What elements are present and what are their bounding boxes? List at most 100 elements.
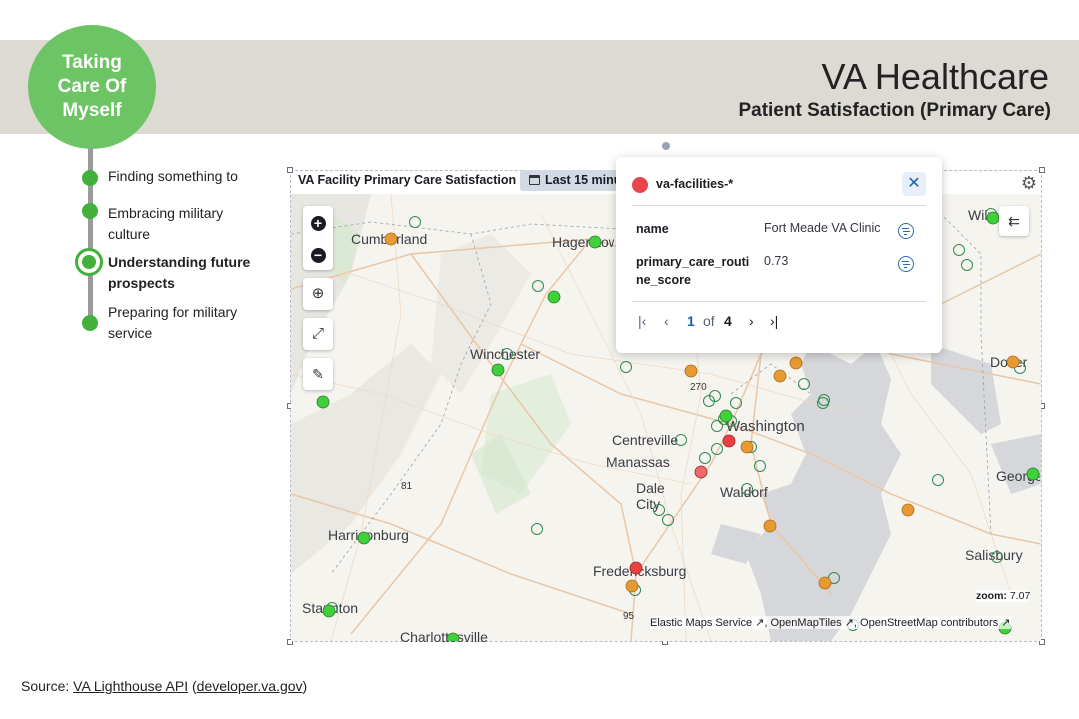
topic-badge[interactable]: Taking Care Of Myself: [28, 25, 156, 149]
tools-button[interactable]: ✎: [303, 358, 333, 390]
field-value: 0.73: [764, 254, 789, 268]
facility-marker[interactable]: [1006, 355, 1020, 369]
gear-icon[interactable]: ⚙: [1019, 173, 1039, 193]
facility-marker[interactable]: [491, 363, 505, 377]
timeline-label: Finding something to: [108, 168, 238, 184]
facility-marker[interactable]: [932, 474, 944, 486]
drag-handle[interactable]: [662, 142, 670, 150]
field-key: primary_care_routine_score: [636, 255, 750, 287]
expand-icon: ⤢: [311, 325, 324, 342]
facility-marker[interactable]: [384, 232, 398, 246]
timeline-dot-active: [75, 248, 103, 276]
facility-marker[interactable]: [719, 409, 733, 423]
timeline-label: Preparing for military service: [108, 304, 238, 341]
last-page-icon[interactable]: ›|: [770, 313, 778, 329]
facility-marker[interactable]: [501, 348, 513, 360]
zoom-in-button[interactable]: +: [303, 206, 333, 238]
facility-marker[interactable]: [532, 280, 544, 292]
facility-marker[interactable]: [409, 216, 421, 228]
facility-marker[interactable]: [789, 356, 803, 370]
facility-marker[interactable]: [740, 440, 754, 454]
timeline-label: Embracing military culture: [108, 205, 224, 242]
facility-marker[interactable]: [699, 452, 711, 464]
facility-marker[interactable]: [901, 503, 915, 517]
source-domain-link[interactable]: developer.va.gov: [197, 678, 303, 694]
facility-marker[interactable]: [711, 420, 723, 432]
crosshair-icon: ⊕: [311, 285, 325, 302]
facility-marker[interactable]: [547, 290, 561, 304]
facility-marker[interactable]: [741, 483, 753, 495]
timeline-dot: [82, 203, 98, 219]
facility-marker[interactable]: [662, 514, 674, 526]
facility-marker[interactable]: [357, 531, 371, 545]
facility-marker[interactable]: [625, 579, 639, 593]
layer-name: va-facilities-*: [656, 177, 734, 191]
facility-marker[interactable]: [730, 397, 742, 409]
facility-marker[interactable]: [754, 460, 766, 472]
external-link-icon: ↗: [844, 617, 854, 629]
facility-marker[interactable]: [711, 443, 723, 455]
facility-marker[interactable]: [961, 259, 973, 271]
timeline-dot: [82, 170, 98, 186]
next-page-icon[interactable]: ›: [749, 313, 754, 329]
map-attribution: Elastic Maps Service ↗, OpenMapTiles ↗, …: [650, 616, 1011, 629]
facility-marker[interactable]: [653, 504, 665, 516]
filter-icon[interactable]: [898, 256, 914, 272]
filter-icon[interactable]: [898, 223, 914, 239]
wrench-icon: ✎: [312, 366, 324, 382]
facility-marker[interactable]: [588, 235, 602, 249]
source-line: Source: VA Lighthouse API (developer.va.…: [21, 678, 308, 694]
facility-marker[interactable]: [629, 561, 643, 575]
field-value: Fort Meade VA Clinic: [764, 221, 881, 235]
attribution-link[interactable]: Elastic Maps Service: [650, 617, 752, 629]
page-current: 1: [687, 313, 695, 329]
timeline-label: Understanding future prospects: [108, 254, 251, 291]
panel-title: VA Facility Primary Care Satisfaction: [298, 173, 517, 187]
page-total: 4: [724, 313, 732, 329]
prev-page-icon[interactable]: ‹: [664, 313, 669, 329]
pagination: |‹ ‹ 1 of 4 › ›|: [636, 313, 796, 333]
facility-marker[interactable]: [675, 434, 687, 446]
fullscreen-button[interactable]: ⤢: [303, 318, 333, 350]
facility-marker[interactable]: [446, 632, 460, 641]
facility-marker[interactable]: [986, 211, 1000, 225]
minus-icon: −: [310, 248, 326, 263]
facility-marker-selected[interactable]: [722, 434, 736, 448]
attribution-link[interactable]: OpenStreetMap contributors: [860, 617, 998, 629]
facility-marker[interactable]: [316, 395, 330, 409]
attribution-link[interactable]: OpenMapTiles: [771, 617, 842, 629]
facility-marker[interactable]: [684, 364, 698, 378]
layers-toggle-button[interactable]: ⇇: [999, 206, 1029, 236]
resize-handle[interactable]: [287, 167, 293, 173]
facility-marker[interactable]: [763, 519, 777, 533]
close-button[interactable]: ✕: [902, 172, 926, 196]
external-link-icon: ↗: [755, 617, 765, 629]
field-key: name: [636, 222, 669, 236]
facility-marker[interactable]: [991, 551, 1003, 563]
collapse-left-icon: ⇇: [1008, 213, 1020, 229]
divider: [632, 205, 926, 206]
calendar-icon: [529, 175, 540, 185]
plus-icon: +: [310, 216, 326, 231]
layer-color-icon: [632, 177, 648, 193]
facility-marker[interactable]: [798, 378, 810, 390]
facility-marker[interactable]: [531, 523, 543, 535]
first-page-icon[interactable]: |‹: [638, 313, 646, 329]
facility-marker[interactable]: [818, 576, 832, 590]
time-range-badge[interactable]: Last 15 minu: [520, 170, 620, 191]
time-range-label: Last 15 minu: [545, 173, 620, 187]
locate-button[interactable]: ⊕: [303, 278, 333, 310]
source-link[interactable]: VA Lighthouse API: [73, 678, 188, 694]
facility-marker[interactable]: [322, 604, 336, 618]
facility-marker[interactable]: [773, 369, 787, 383]
zoom-readout: zoom: 7.07: [976, 590, 1031, 602]
zoom-controls: + −: [303, 206, 333, 270]
resize-handle[interactable]: [1039, 167, 1045, 173]
page-subtitle: Patient Satisfaction (Primary Care): [738, 100, 1051, 121]
close-icon: ✕: [907, 175, 921, 192]
facility-marker[interactable]: [1026, 467, 1040, 481]
zoom-out-button[interactable]: −: [303, 238, 333, 270]
facility-marker[interactable]: [953, 244, 965, 256]
facility-marker[interactable]: [694, 465, 708, 479]
facility-marker[interactable]: [620, 361, 632, 373]
